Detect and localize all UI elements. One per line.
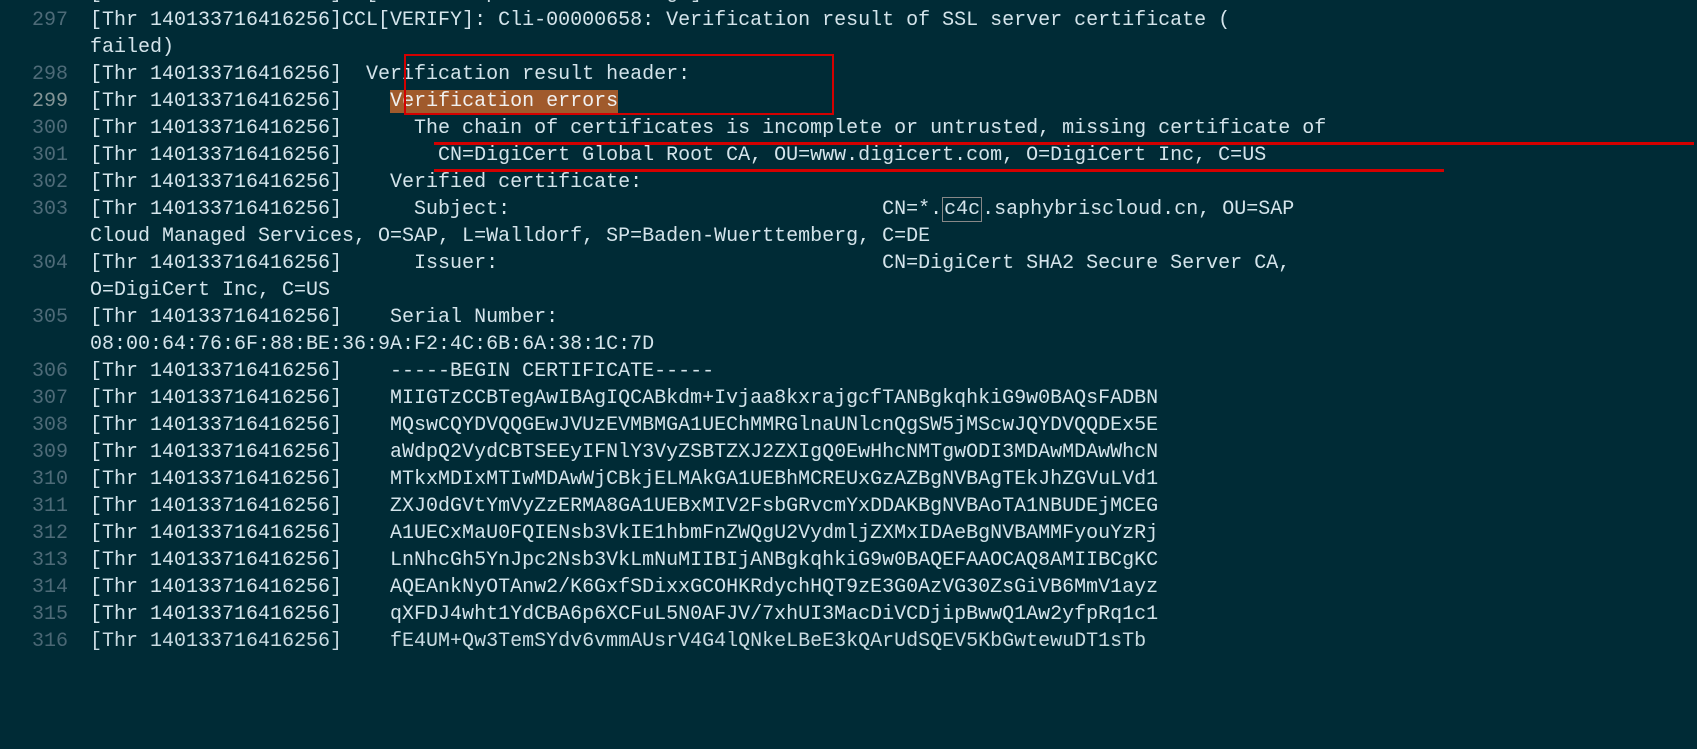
log-line: 316[Thr 140133716416256] fE4UM+Qw3TemSYd… [0,628,1697,655]
log-line: 302[Thr 140133716416256] Verified certif… [0,169,1697,196]
log-text: [Thr 140133716416256] Issuer: CN=DigiCer… [90,250,1290,277]
line-number: 316 [0,628,90,655]
log-text: [Thr 140133716416256] LnNhcGh5YnJpc2Nsb3… [90,547,1158,574]
highlighted-error-text: Verification errors [390,90,618,113]
line-number: 314 [0,574,90,601]
line-number: 301 [0,142,90,169]
line-number: 302 [0,169,90,196]
log-text: [Thr 140133716416256] MQswCQYDVQQGEwJVUz… [90,412,1158,439]
log-line: 306[Thr 140133716416256] -----BEGIN CERT… [0,358,1697,385]
line-number: 298 [0,61,90,88]
line-number: 308 [0,412,90,439]
log-text: [Thr 140133716416256] AQEAnkNyOTAnw2/K6G… [90,574,1158,601]
line-number: 315 [0,601,90,628]
log-text: [Thr 140133716416256] -----BEGIN CERTIFI… [90,358,714,385]
line-number: 297 [0,7,90,34]
log-text: [Thr 140133716416256] ZXJ0dGVtYmVyZzERMA… [90,493,1158,520]
line-number: 313 [0,547,90,574]
log-line: 300[Thr 140133716416256] The chain of ce… [0,115,1697,142]
log-text: [Thr 140133716416256] MTkxMDIxMTIwMDAwWj… [90,466,1158,493]
log-line: 08:00:64:76:6F:88:BE:36:9A:F2:4C:6B:6A:3… [0,331,1697,358]
log-line: 307[Thr 140133716416256] MIIGTzCCBTegAwI… [0,385,1697,412]
log-text: [Thr 140133716416256] CN=DigiCert Global… [90,142,1266,169]
log-line: 313[Thr 140133716416256] LnNhcGh5YnJpc2N… [0,547,1697,574]
log-line: Cloud Managed Services, O=SAP, L=Walldor… [0,223,1697,250]
log-line: 314[Thr 140133716416256] AQEAnkNyOTAnw2/… [0,574,1697,601]
log-text: [Thr 140133716416256] Verification error… [90,88,618,115]
line-number: 311 [0,493,90,520]
log-line: 298[Thr 140133716416256] Verification re… [0,61,1697,88]
log-line: 297[Thr 140133716416256]CCL[VERIFY]: Cli… [0,7,1697,34]
log-line: 311[Thr 140133716416256] ZXJ0dGVtYmVyZzE… [0,493,1697,520]
log-line: failed) [0,34,1697,61]
line-number: 296 [0,0,90,7]
line-number: 307 [0,385,90,412]
log-text: [Thr 140133716416256]CCL[VERIFY]: Cli-00… [90,7,1230,34]
log-line: 310[Thr 140133716416256] MTkxMDIxMTIwMDA… [0,466,1697,493]
log-text: [Thr 140133716416256] fE4UM+Qw3TemSYdv6v… [90,628,1146,655]
log-line: 303[Thr 140133716416256] Subject: CN=*.c… [0,196,1697,223]
log-text: [Thr 140133716416256] Serial Number: [90,304,558,331]
log-text: [Thr 140133716416256] The chain of certi… [90,115,1326,142]
log-viewer: 296[Thr 140133716416256] [S9_build_path_… [0,0,1697,655]
log-text: O=DigiCert Inc, C=US [90,277,330,304]
line-number: 312 [0,520,90,547]
line-number: 299 [0,88,90,115]
log-text: [Thr 140133716416256] A1UECxMaU0FQIENsb3… [90,520,1158,547]
log-line: 315[Thr 140133716416256] qXFDJ4wht1YdCBA… [0,601,1697,628]
line-number: 300 [0,115,90,142]
log-line: 296[Thr 140133716416256] [S9_build_path_… [0,0,1697,7]
log-text: failed) [90,34,174,61]
line-number: 310 [0,466,90,493]
search-match-box: c4c [942,197,982,222]
line-number: 303 [0,196,90,223]
log-text: [Thr 140133716416256] Verified certifica… [90,169,642,196]
log-line: 309[Thr 140133716416256] aWdpQ2VydCBTSEE… [0,439,1697,466]
log-text: [Thr 140133716416256] [S9_build_path_fro… [90,0,702,7]
log-text: [Thr 140133716416256] Verification resul… [90,61,690,88]
line-number: 306 [0,358,90,385]
log-line: 305[Thr 140133716416256] Serial Number: [0,304,1697,331]
log-line: 312[Thr 140133716416256] A1UECxMaU0FQIEN… [0,520,1697,547]
log-line: 304[Thr 140133716416256] Issuer: CN=Digi… [0,250,1697,277]
line-number: 305 [0,304,90,331]
log-text: [Thr 140133716416256] MIIGTzCCBTegAwIBAg… [90,385,1158,412]
log-text: [Thr 140133716416256] Subject: CN=*.c4c.… [90,196,1294,223]
log-line: O=DigiCert Inc, C=US [0,277,1697,304]
log-text: 08:00:64:76:6F:88:BE:36:9A:F2:4C:6B:6A:3… [90,331,654,358]
log-text: Cloud Managed Services, O=SAP, L=Walldor… [90,223,930,250]
log-line: 308[Thr 140133716416256] MQswCQYDVQQGEwJ… [0,412,1697,439]
log-text: [Thr 140133716416256] aWdpQ2VydCBTSEEyIF… [90,439,1158,466]
log-text: [Thr 140133716416256] qXFDJ4wht1YdCBA6p6… [90,601,1158,628]
log-line: 299[Thr 140133716416256] Verification er… [0,88,1697,115]
line-number: 304 [0,250,90,277]
log-line: 301[Thr 140133716416256] CN=DigiCert Glo… [0,142,1697,169]
line-number: 309 [0,439,90,466]
